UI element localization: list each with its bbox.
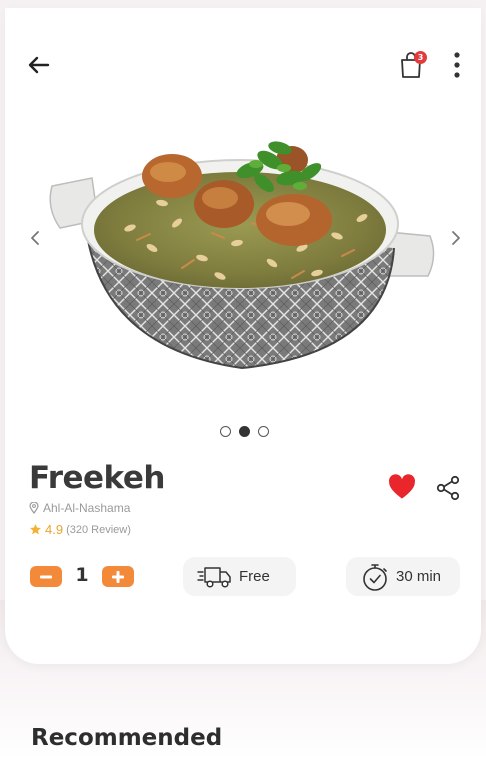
product-title: Freekeh [29,460,165,496]
gallery-pagination [220,426,269,437]
share-button[interactable] [435,475,463,503]
decrease-quantity-button[interactable] [30,566,62,587]
arrow-left-icon [28,56,50,74]
more-options-button[interactable] [444,48,470,82]
stopwatch-icon [363,563,387,591]
gallery-prev-button[interactable] [25,226,45,250]
more-vertical-icon [454,52,460,78]
pagination-dot-active[interactable] [239,426,250,437]
delivery-info: Free [183,557,296,596]
pagination-dot[interactable] [220,426,231,437]
favorite-button[interactable] [388,474,416,502]
increase-quantity-button[interactable] [102,566,134,587]
plus-icon [112,570,124,583]
gallery-next-button[interactable] [446,226,466,250]
chevron-right-icon [452,231,460,245]
restaurant-location[interactable]: Ahl-Al-Nashama [29,501,130,515]
delivery-truck-icon [197,566,231,588]
recommended-heading: Recommended [31,725,223,751]
pagination-dot[interactable] [258,426,269,437]
heart-icon [389,474,415,499]
review-count[interactable]: (320 Review) [66,524,131,536]
prep-time-info: 30 min [346,557,460,596]
location-pin-icon [29,502,39,514]
cart-badge: 3 [414,51,427,64]
share-icon [436,475,460,501]
restaurant-name: Ahl-Al-Nashama [43,501,131,515]
rating: 4.9 (320 Review) [29,522,131,537]
back-button[interactable] [24,50,54,80]
cart-button[interactable]: 3 [396,48,427,82]
star-icon [30,524,41,535]
minus-icon [40,575,52,578]
prep-time: 30 min [396,568,442,585]
rating-value: 4.9 [45,522,64,537]
quantity-value: 1 [75,564,89,586]
delivery-fee: Free [239,568,270,585]
food-image [49,141,435,370]
chevron-left-icon [31,231,39,245]
